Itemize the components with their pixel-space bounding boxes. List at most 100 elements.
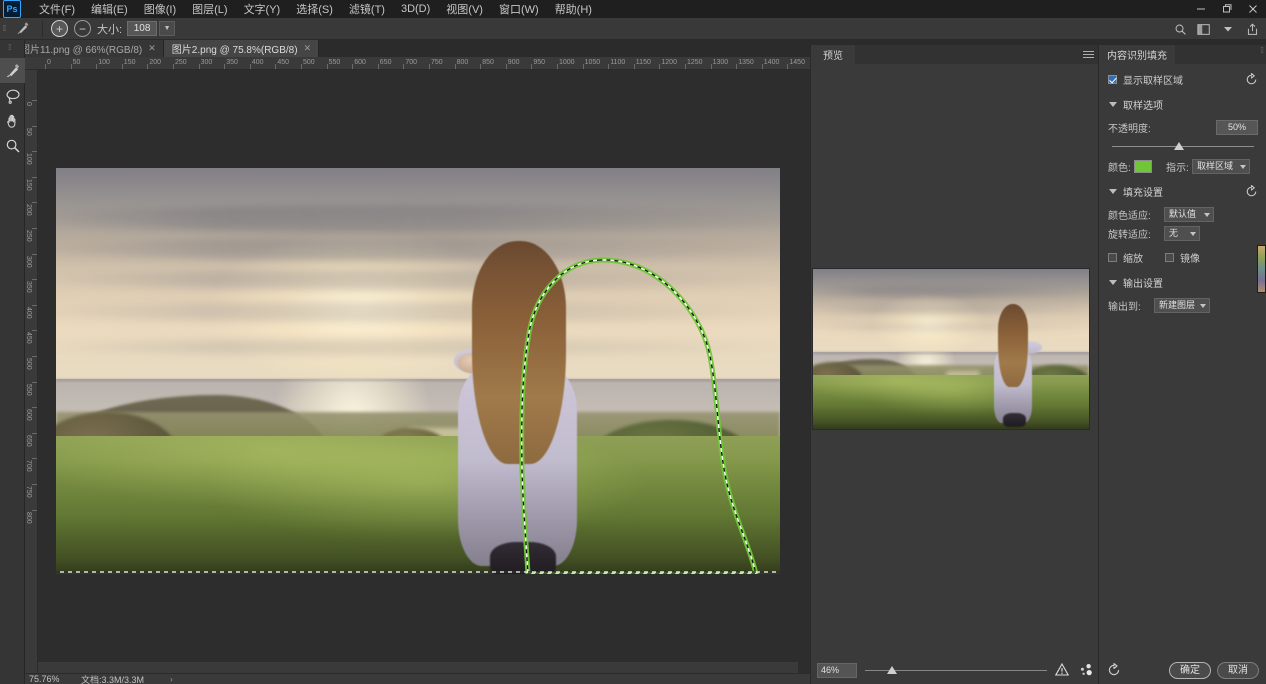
add-sampling-area-button[interactable]: + [51, 20, 68, 37]
lasso-tool[interactable] [0, 83, 25, 108]
sampling-options-title: 取样选项 [1123, 101, 1163, 112]
preview-zoom-slider-thumb[interactable] [886, 666, 897, 674]
ok-button[interactable]: 确定 [1169, 661, 1211, 679]
menu-help[interactable]: 帮助(H) [547, 0, 600, 19]
subtract-sampling-area-button[interactable]: − [74, 20, 91, 37]
document-image[interactable] [56, 168, 780, 574]
menu-edit[interactable]: 编辑(E) [83, 0, 136, 19]
hand-icon [6, 114, 15, 128]
fill-settings-header[interactable]: 填充设置 [1108, 184, 1258, 199]
document-tab-2[interactable]: 图片2.png @ 75.8%(RGB/8) ✕ [163, 40, 320, 57]
show-sampling-area-checkbox[interactable] [1108, 75, 1117, 84]
warning-icon[interactable] [1054, 662, 1070, 677]
mirror-label: 镜像 [1180, 254, 1200, 265]
close-icon [1249, 5, 1257, 13]
mirror-checkbox[interactable] [1165, 253, 1174, 262]
magnifier-icon [6, 139, 20, 153]
indicates-dropdown[interactable]: 取样区域 [1192, 159, 1250, 174]
sampling-brush-icon[interactable] [10, 19, 34, 39]
preview-zoom-input[interactable]: 46% [817, 662, 857, 678]
cafill-panel-grip[interactable]: ⁞⁞ [1261, 46, 1265, 55]
vertical-ruler[interactable]: 0 50 100 150 200 250 300 350 400 450 500 550 600 650 7… [25, 70, 38, 675]
menu-3d[interactable]: 3D(D) [393, 1, 438, 17]
brush-size-input[interactable]: 108 [127, 21, 158, 36]
share-icon[interactable] [1242, 19, 1262, 39]
tab-content-aware-fill[interactable]: 内容识别填充 [1099, 45, 1175, 64]
scale-mirror-row: 缩放 镜像 [1108, 250, 1258, 265]
cafill-footer: 确定 取消 [1099, 656, 1266, 684]
output-to-dropdown[interactable]: 新建图层 [1154, 298, 1210, 313]
rotation-adaptation-dropdown[interactable]: 无 [1164, 226, 1200, 241]
document-tab-1-close-icon[interactable]: ✕ [148, 43, 156, 54]
color-adaptation-value: 默认值 [1169, 209, 1197, 219]
canvas-area[interactable] [38, 70, 810, 675]
chevron-down-icon[interactable] [1218, 19, 1238, 39]
hand-tool[interactable] [0, 108, 25, 133]
tab-preview[interactable]: 预览 [811, 45, 855, 64]
reset-icon[interactable] [1245, 185, 1258, 198]
sampling-options-header[interactable]: 取样选项 [1108, 97, 1258, 112]
canvas-horizontal-scrollbar[interactable] [38, 661, 798, 673]
preview-vignette [813, 269, 1089, 429]
chevron-down-icon[interactable] [1108, 278, 1118, 288]
opacity-row: 不透明度: 50% [1108, 120, 1258, 135]
menu-view[interactable]: 视图(V) [438, 0, 491, 19]
options-bar-right [1170, 18, 1262, 40]
preview-image[interactable] [812, 268, 1090, 430]
chevron-down-icon [1204, 213, 1210, 217]
menu-window[interactable]: 窗口(W) [491, 0, 547, 19]
fill-settings-title: 填充设置 [1123, 188, 1163, 199]
options-bar-grip[interactable]: ⁞⁞ [0, 18, 8, 40]
chevron-down-icon[interactable] [1108, 187, 1118, 197]
horizontal-ruler[interactable]: 0 50 100 150 200 250 300 350 400 450 500 550 600 650 7… [25, 57, 810, 70]
zoom-tool[interactable] [0, 133, 25, 158]
sampling-color-swatch[interactable] [1134, 160, 1152, 173]
minimize-icon [1197, 8, 1205, 10]
output-settings-header[interactable]: 输出设置 [1108, 275, 1258, 290]
preview-zoom-slider[interactable] [865, 663, 1047, 677]
scale-checkbox[interactable] [1108, 253, 1117, 262]
photo-vignette [56, 168, 780, 574]
document-tab-2-close-icon[interactable]: ✕ [304, 43, 312, 54]
brush-size-label: 大小: [97, 23, 123, 36]
opacity-input[interactable]: 50% [1216, 120, 1258, 135]
menu-select[interactable]: 选择(S) [288, 0, 341, 19]
chevron-down-icon[interactable] [1108, 100, 1118, 110]
reset-icon[interactable] [1107, 663, 1121, 677]
menu-file[interactable]: 文件(F) [31, 0, 83, 19]
status-zoom-level[interactable]: 75.76% [25, 674, 81, 684]
show-sampling-area-row[interactable]: 显示取样区域 [1108, 72, 1258, 87]
menu-type[interactable]: 文字(Y) [236, 0, 289, 19]
menu-image[interactable]: 图像(I) [136, 0, 184, 19]
document-tab-1[interactable]: 图片11.png @ 66%(RGB/8) ✕ [12, 40, 164, 57]
minimize-button[interactable] [1188, 0, 1214, 18]
menu-layer[interactable]: 图层(L) [184, 0, 235, 19]
preview-options-icon[interactable] [1077, 663, 1093, 677]
cafill-body: 显示取样区域 取样选项 不透明度: 50% 颜色: 指示: 取样区域 填充设置 … [1099, 64, 1266, 656]
workspace-icon[interactable] [1194, 19, 1214, 39]
brush-size-dropdown-icon[interactable]: ▼ [159, 21, 176, 36]
reset-icon[interactable] [1245, 73, 1258, 86]
menu-filter[interactable]: 滤镜(T) [341, 0, 393, 19]
document-tab-1-label: 图片11.png @ 66%(RGB/8) [20, 45, 143, 56]
sampling-brush-tool[interactable] [0, 58, 25, 83]
indicates-value: 取样区域 [1197, 161, 1234, 171]
cancel-button[interactable]: 取消 [1217, 661, 1259, 679]
brush-icon [6, 63, 19, 77]
preview-footer: 46% [811, 656, 1099, 684]
opacity-slider-thumb[interactable] [1174, 142, 1184, 150]
panel-menu-icon[interactable] [1083, 49, 1095, 60]
photoshop-logo-icon: Ps [3, 0, 21, 18]
output-to-label: 输出到: [1108, 302, 1141, 313]
maximize-button[interactable] [1214, 0, 1240, 18]
color-adaptation-dropdown[interactable]: 默认值 [1164, 207, 1214, 222]
color-adaptation-label: 颜色适应: [1108, 211, 1151, 222]
opacity-slider[interactable] [1108, 139, 1258, 153]
status-bar: 75.76% 文档:3.3M/3.3M › [25, 673, 810, 684]
maximize-icon [1223, 4, 1232, 13]
status-expand-icon[interactable]: › [170, 675, 173, 684]
search-icon[interactable] [1170, 19, 1190, 39]
tools-panel-grip[interactable]: ⁞⁞ [8, 43, 12, 52]
close-button[interactable] [1240, 0, 1266, 18]
indicates-label: 指示: [1166, 163, 1189, 174]
